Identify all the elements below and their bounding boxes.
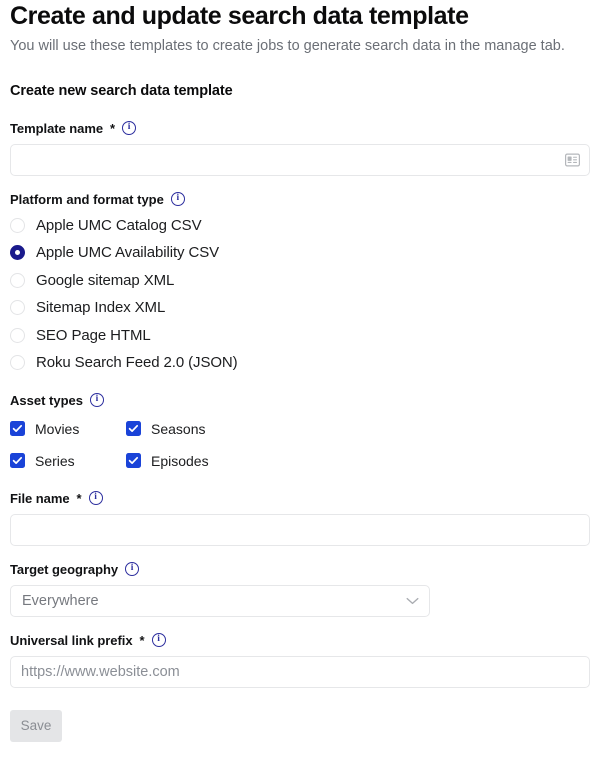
platform-format-type-radio-group: Apple UMC Catalog CSV Apple UMC Availabi… [10, 212, 590, 377]
file-name-label: File name * i [10, 491, 590, 506]
page-title: Create and update search data template [10, 2, 469, 30]
checkbox-option-movies[interactable]: Movies [10, 421, 126, 437]
target-geography-select[interactable]: Everywhere [10, 584, 430, 617]
checkbox-option-episodes[interactable]: Episodes [126, 453, 590, 469]
template-name-label: Template name * i [10, 121, 590, 136]
checkbox-checked[interactable] [126, 453, 141, 469]
checkbox-checked[interactable] [10, 453, 25, 469]
target-geography-selected-value: Everywhere [22, 592, 99, 609]
radio-option-sitemap-index-xml[interactable]: Sitemap Index XML [10, 294, 590, 322]
target-geography-label-text: Target geography [10, 561, 119, 577]
radio-button[interactable] [10, 272, 25, 288]
asset-types-label-text: Asset types [10, 392, 83, 408]
radio-option-roku-search-feed[interactable]: Roku Search Feed 2.0 (JSON) [10, 349, 590, 377]
template-name-input[interactable] [10, 143, 590, 176]
universal-link-prefix-label-text: Universal link prefix [10, 632, 133, 648]
radio-button[interactable] [10, 300, 25, 316]
contact-card-icon[interactable] [565, 153, 581, 167]
info-icon[interactable]: i [170, 192, 185, 207]
checkbox-checked[interactable] [126, 421, 141, 437]
radio-option-label: Sitemap Index XML [36, 299, 166, 317]
info-icon[interactable]: i [151, 633, 166, 648]
checkbox-option-series[interactable]: Series [10, 453, 126, 469]
radio-option-apple-umc-catalog-csv[interactable]: Apple UMC Catalog CSV [10, 212, 590, 240]
universal-link-prefix-label: Universal link prefix * i [10, 633, 590, 648]
platform-format-type-label-text: Platform and format type [10, 191, 164, 207]
page-subtitle: You will use these templates to create j… [10, 37, 565, 54]
section-title-create-new-template: Create new search data template [10, 82, 233, 99]
radio-option-label: Apple UMC Catalog CSV [36, 216, 202, 234]
asset-types-checkbox-group: Movies Seasons Series Episodes [10, 421, 590, 469]
target-geography-label: Target geography i [10, 562, 590, 577]
platform-format-type-label: Platform and format type i [10, 192, 590, 207]
radio-option-apple-umc-availability-csv[interactable]: Apple UMC Availability CSV [10, 239, 590, 267]
file-name-label-text: File name [10, 490, 70, 506]
universal-link-prefix-placeholder: https://www.website.com [21, 663, 180, 680]
radio-button[interactable] [10, 355, 25, 371]
radio-option-google-sitemap-xml[interactable]: Google sitemap XML [10, 267, 590, 295]
template-name-required-marker: * [110, 120, 116, 136]
radio-button[interactable] [10, 217, 25, 233]
radio-button[interactable] [10, 327, 25, 343]
create-search-data-template-page: Create and update search data template Y… [0, 0, 600, 742]
radio-option-label: Apple UMC Availability CSV [36, 244, 220, 262]
checkbox-option-seasons[interactable]: Seasons [126, 421, 590, 437]
radio-option-seo-page-html[interactable]: SEO Page HTML [10, 322, 590, 350]
universal-link-prefix-required-marker: * [139, 632, 145, 648]
info-icon[interactable]: i [125, 562, 140, 577]
checkbox-option-label: Seasons [151, 420, 206, 437]
checkbox-option-label: Episodes [151, 452, 209, 469]
radio-option-label: Roku Search Feed 2.0 (JSON) [36, 354, 238, 372]
template-name-label-text: Template name [10, 120, 104, 136]
file-name-required-marker: * [76, 490, 82, 506]
radio-option-label: Google sitemap XML [36, 271, 175, 289]
radio-option-label: SEO Page HTML [36, 326, 151, 344]
save-button[interactable]: Save [10, 709, 62, 742]
radio-button-selected[interactable] [10, 245, 25, 261]
asset-types-label: Asset types i [10, 393, 590, 408]
checkbox-option-label: Series [35, 452, 75, 469]
info-icon[interactable]: i [122, 121, 137, 136]
info-icon[interactable]: i [88, 491, 103, 506]
info-icon[interactable]: i [89, 393, 104, 408]
file-name-input[interactable] [10, 513, 590, 546]
universal-link-prefix-input[interactable]: https://www.website.com [10, 655, 590, 688]
chevron-down-icon [406, 593, 419, 609]
checkbox-checked[interactable] [10, 421, 25, 437]
checkbox-option-label: Movies [35, 420, 80, 437]
